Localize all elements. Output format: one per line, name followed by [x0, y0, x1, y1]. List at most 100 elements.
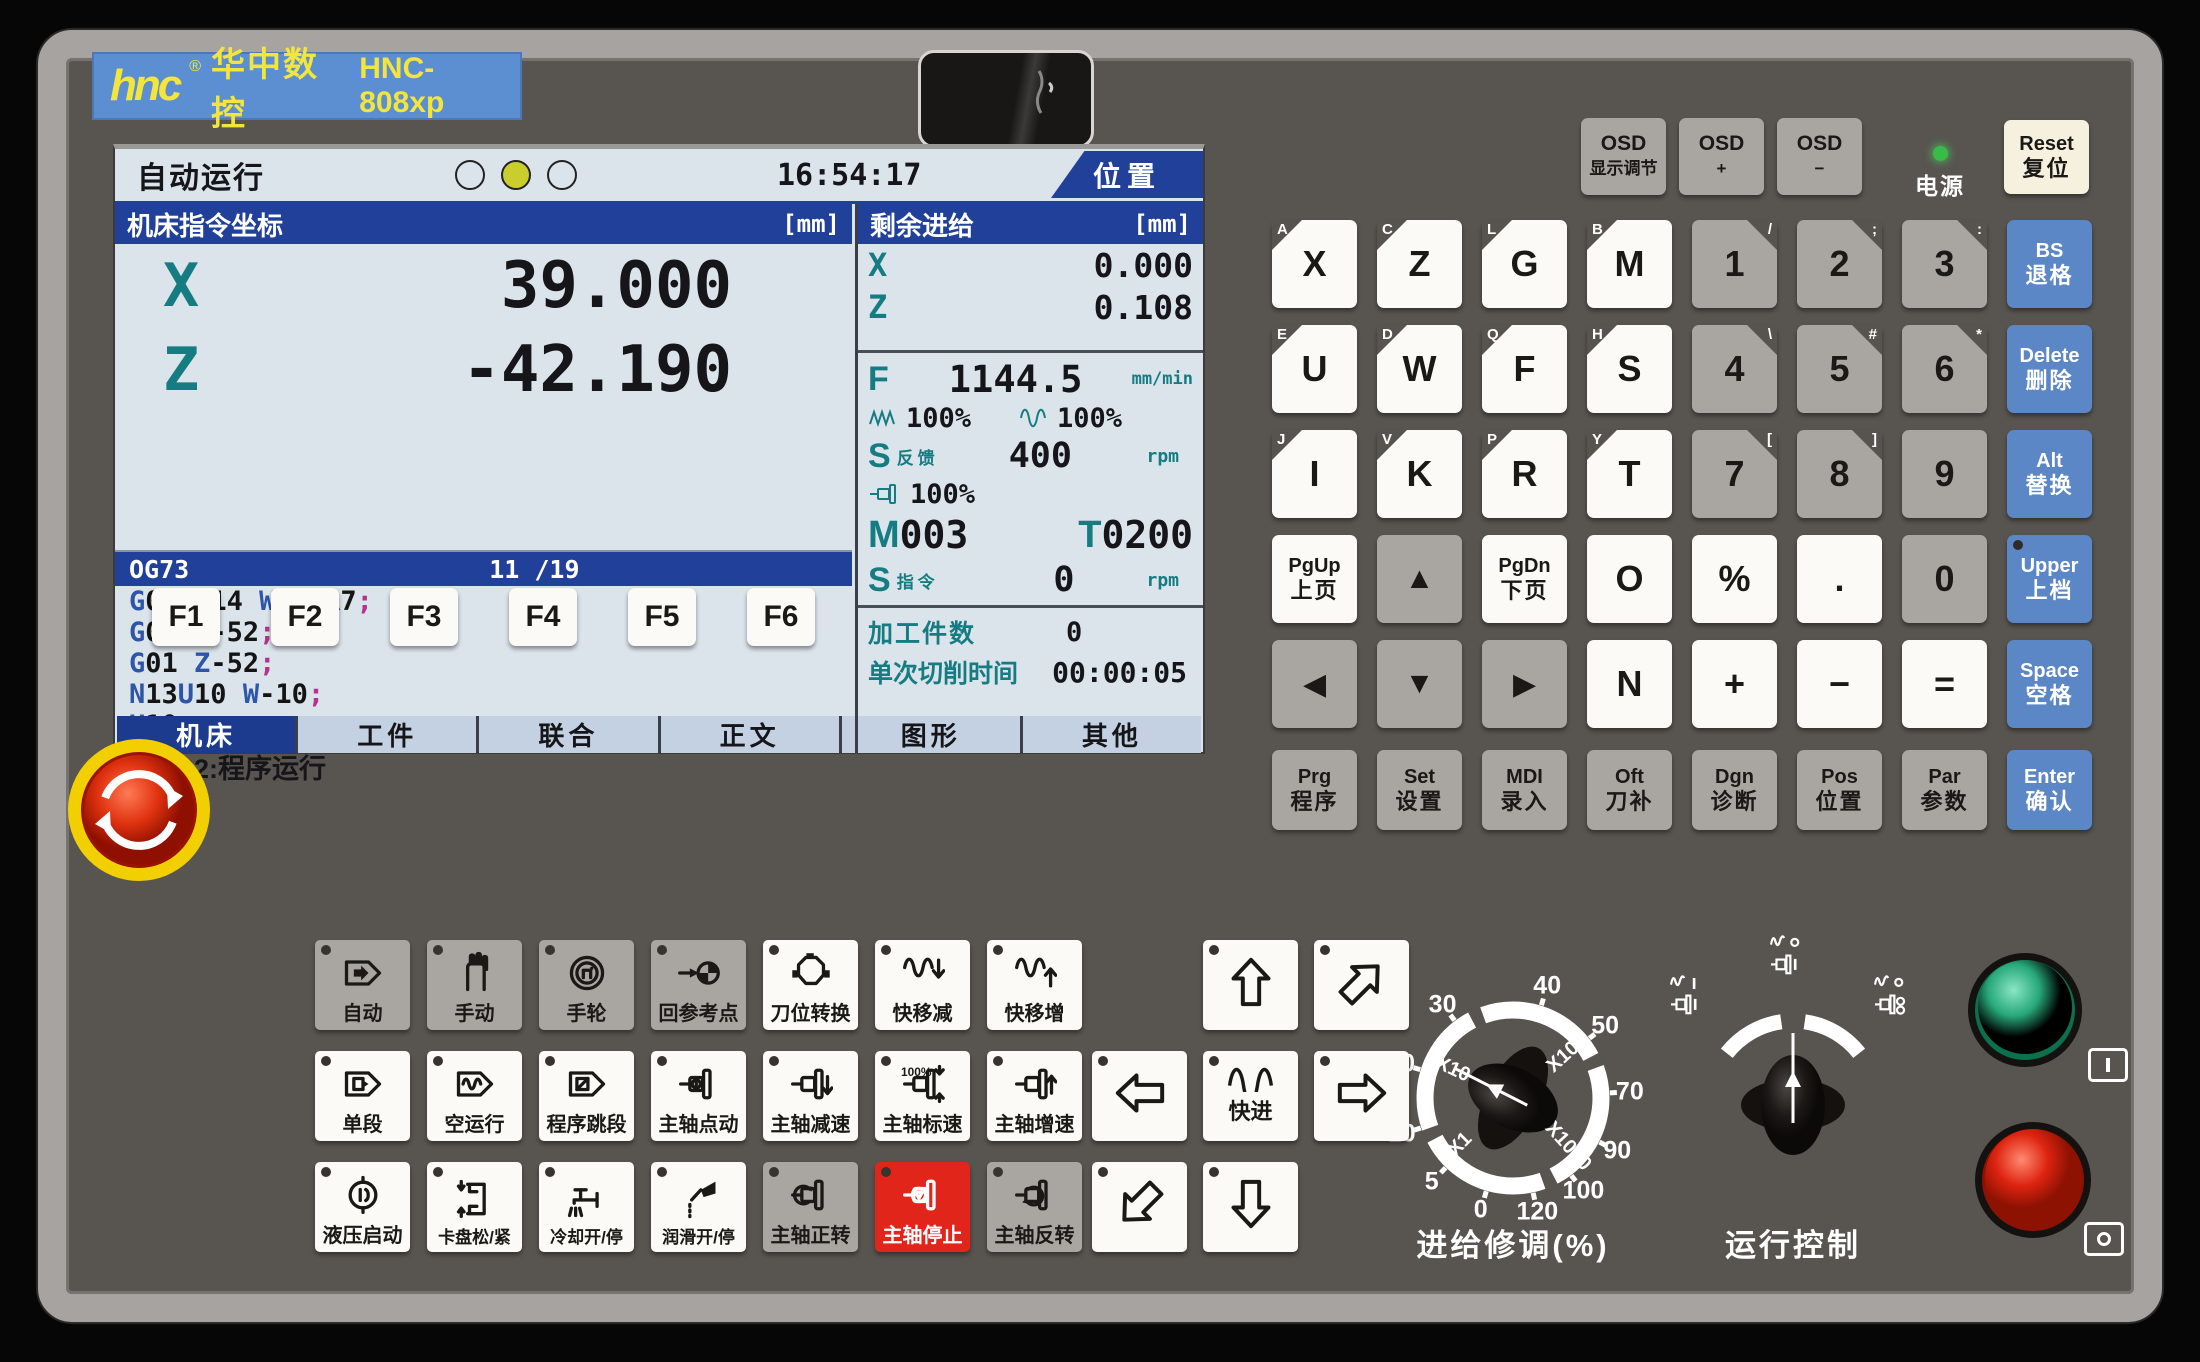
fkey-label: F1: [168, 600, 203, 634]
fkey-f4[interactable]: F4: [509, 588, 577, 646]
func-key-mdi[interactable]: MDI录入: [1482, 750, 1567, 830]
jog-key-left[interactable]: [1092, 1051, 1187, 1141]
mkey-dry[interactable]: 空运行: [427, 1051, 522, 1141]
key-2[interactable]: ;2: [1797, 220, 1882, 308]
key-delete[interactable]: Delete删除: [2007, 325, 2092, 413]
mkey-turret[interactable]: 刀位转换: [763, 940, 858, 1030]
reset-button[interactable]: Reset 复位: [2004, 120, 2089, 194]
func-key-dgn[interactable]: Dgn诊断: [1692, 750, 1777, 830]
key-percent[interactable]: %: [1692, 535, 1777, 623]
feed-override-dial[interactable]: 进给修调(%) 0510203040507090100120X1X10X100X…: [1373, 958, 1653, 1258]
tab-3[interactable]: 正文: [661, 716, 839, 753]
fkey-f2[interactable]: F2: [271, 588, 339, 646]
key-pgup[interactable]: PgUp上页: [1272, 535, 1357, 623]
cycle-start-button[interactable]: [1950, 935, 2100, 1085]
key-o[interactable]: O: [1587, 535, 1672, 623]
mkey-single[interactable]: 单段: [315, 1051, 410, 1141]
key-w[interactable]: DW: [1377, 325, 1462, 413]
fkey-f1[interactable]: F1: [152, 588, 220, 646]
tab-2[interactable]: 联合: [479, 716, 657, 753]
key-f[interactable]: QF: [1482, 325, 1567, 413]
mkey-sccw[interactable]: 主轴反转: [987, 1162, 1082, 1252]
mkey-sjog[interactable]: 主轴点动: [651, 1051, 746, 1141]
key-left[interactable]: ◀: [1272, 640, 1357, 728]
key-right[interactable]: ▶: [1482, 640, 1567, 728]
mkey-rapdec[interactable]: 快移减: [875, 940, 970, 1030]
jog-key-right[interactable]: [1314, 1051, 1409, 1141]
key-equals[interactable]: =: [1902, 640, 1987, 728]
key-n[interactable]: N: [1587, 640, 1672, 728]
mkey-scw[interactable]: 主轴正转: [763, 1162, 858, 1252]
key-6[interactable]: *6: [1902, 325, 1987, 413]
mkey-hand[interactable]: 手动: [427, 940, 522, 1030]
func-key-set[interactable]: Set设置: [1377, 750, 1462, 830]
mkey-sinc[interactable]: 主轴增速: [987, 1051, 1082, 1141]
key-s[interactable]: HS: [1587, 325, 1672, 413]
mkey-sstop[interactable]: 主轴停止: [875, 1162, 970, 1252]
func-key-pos[interactable]: Pos位置: [1797, 750, 1882, 830]
key-space[interactable]: Space空格: [2007, 640, 2092, 728]
fkey-f3[interactable]: F3: [390, 588, 458, 646]
mkey-auto[interactable]: 自动: [315, 940, 410, 1030]
jog-key-up[interactable]: [1203, 940, 1298, 1030]
mkey-hyd[interactable]: 液压启动: [315, 1162, 410, 1252]
key-sup-label: #: [1869, 326, 1877, 343]
key-bs[interactable]: BS退格: [2007, 220, 2092, 308]
key-5[interactable]: #5: [1797, 325, 1882, 413]
key-x[interactable]: AX: [1272, 220, 1357, 308]
run-control-dial[interactable]: 运行控制: [1643, 930, 1943, 1260]
mkey-skip[interactable]: 程序跳段: [539, 1051, 634, 1141]
key-9[interactable]: 9: [1902, 430, 1987, 518]
mkey-wheel[interactable]: 手轮: [539, 940, 634, 1030]
key-0[interactable]: 0: [1902, 535, 1987, 623]
mkey-rapinc[interactable]: 快移增: [987, 940, 1082, 1030]
key-led-icon: [769, 945, 779, 955]
key-pgdn[interactable]: PgDn下页: [1482, 535, 1567, 623]
mkey-cool[interactable]: 冷却开/停: [539, 1162, 634, 1252]
func-key-enter[interactable]: Enter确认: [2007, 750, 2092, 830]
key-3[interactable]: :3: [1902, 220, 1987, 308]
osd-key-1[interactable]: OSD+: [1679, 118, 1764, 195]
stop-indicator-icon: [2084, 1222, 2124, 1256]
key-r[interactable]: PR: [1482, 430, 1567, 518]
osd-key-2[interactable]: OSD−: [1777, 118, 1862, 195]
key-dot[interactable]: .: [1797, 535, 1882, 623]
key-i[interactable]: JI: [1272, 430, 1357, 518]
mkey-lube[interactable]: 润滑开/停: [651, 1162, 746, 1252]
jog-key-rapid[interactable]: 快进: [1203, 1051, 1298, 1141]
key-plus[interactable]: +: [1692, 640, 1777, 728]
fkey-f6[interactable]: F6: [747, 588, 815, 646]
key-z[interactable]: CZ: [1377, 220, 1462, 308]
key-1[interactable]: /1: [1692, 220, 1777, 308]
jog-key-down[interactable]: [1203, 1162, 1298, 1252]
mkey-chuck[interactable]: 卡盘松/紧: [427, 1162, 522, 1252]
tab-1[interactable]: 工件: [298, 716, 476, 753]
func-key-prg[interactable]: Prg程序: [1272, 750, 1357, 830]
key-down[interactable]: ▼: [1377, 640, 1462, 728]
jog-key-ne[interactable]: [1314, 940, 1409, 1030]
key-minus[interactable]: −: [1797, 640, 1882, 728]
key-4[interactable]: \4: [1692, 325, 1777, 413]
key-7[interactable]: [7: [1692, 430, 1777, 518]
key-m[interactable]: BM: [1587, 220, 1672, 308]
key-upper[interactable]: Upper上档: [2007, 535, 2092, 623]
position-tab[interactable]: 位置: [1051, 151, 1203, 198]
key-k[interactable]: VK: [1377, 430, 1462, 518]
osd-key-0[interactable]: OSD显示调节: [1581, 118, 1666, 195]
key-t[interactable]: YT: [1587, 430, 1672, 518]
func-key-oft[interactable]: Oft刀补: [1587, 750, 1672, 830]
key-8[interactable]: ]8: [1797, 430, 1882, 518]
key-alt[interactable]: Alt替换: [2007, 430, 2092, 518]
feed-scale-label: 50: [1591, 1011, 1619, 1040]
jog-key-sw[interactable]: [1092, 1162, 1187, 1252]
func-key-par[interactable]: Par参数: [1902, 750, 1987, 830]
key-up[interactable]: ▲: [1377, 535, 1462, 623]
mkey-ref[interactable]: 回参考点: [651, 940, 746, 1030]
emergency-stop-button[interactable]: [64, 735, 214, 885]
s-sub-label: 反馈: [897, 444, 939, 469]
fkey-f5[interactable]: F5: [628, 588, 696, 646]
mkey-sdec[interactable]: 主轴减速: [763, 1051, 858, 1141]
mkey-s100[interactable]: 100%主轴标速: [875, 1051, 970, 1141]
key-g[interactable]: LG: [1482, 220, 1567, 308]
key-u[interactable]: EU: [1272, 325, 1357, 413]
